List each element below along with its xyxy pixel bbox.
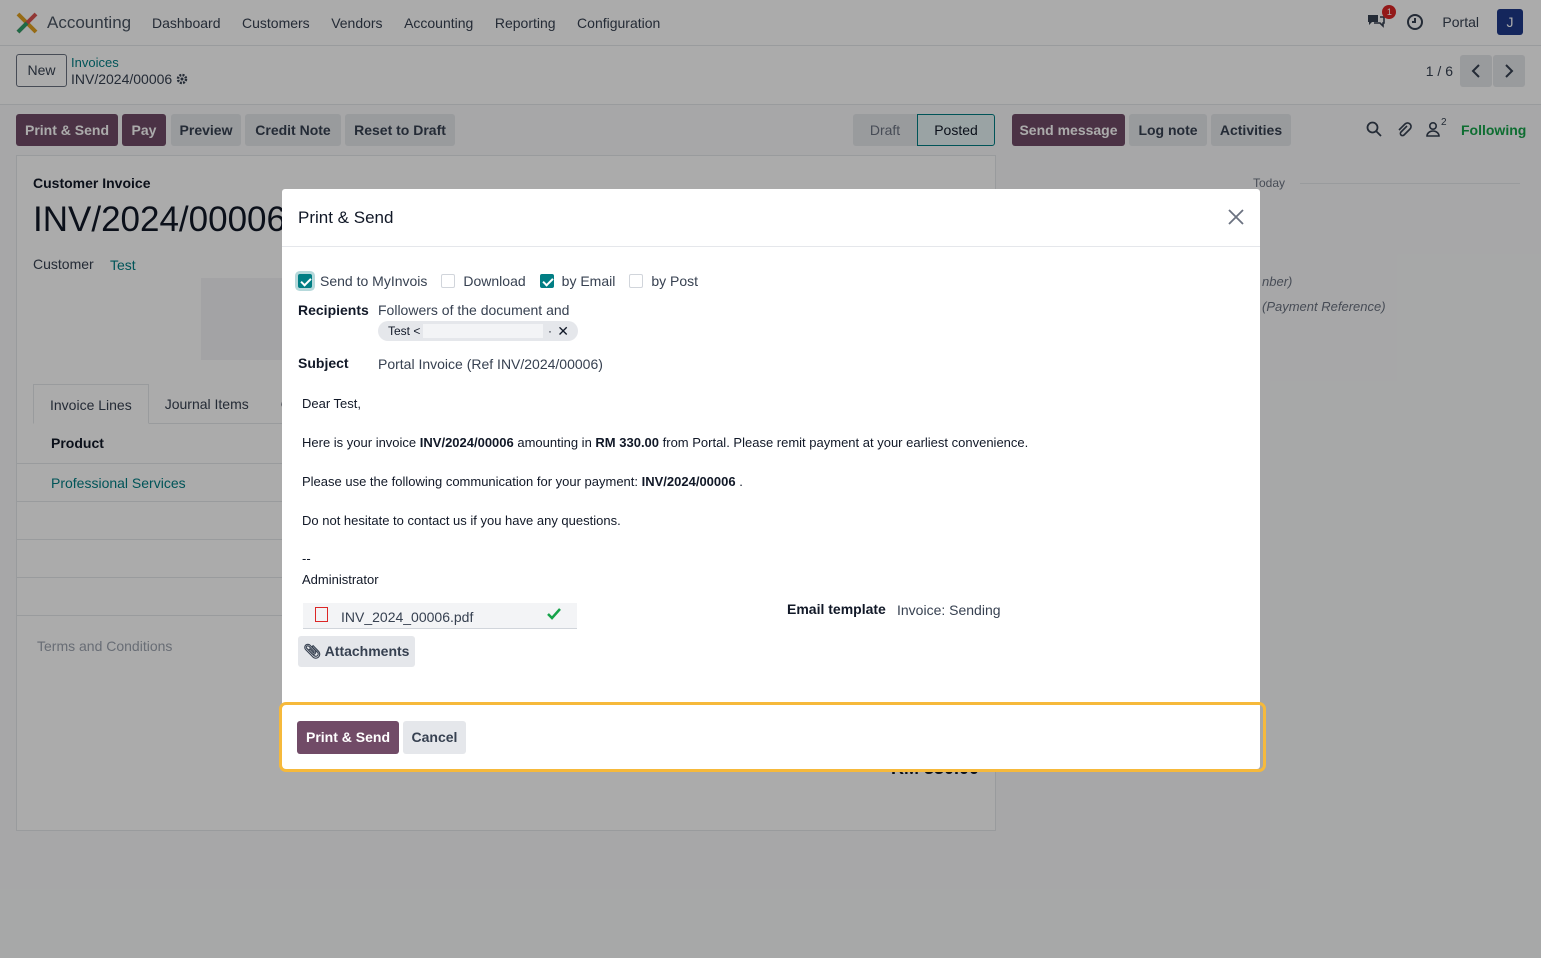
attachment-item[interactable]: INV_2024_00006.pdf xyxy=(303,603,577,629)
close-icon[interactable] xyxy=(1226,207,1246,227)
body-paragraph-invoice: Here is your invoice INV/2024/00006 amou… xyxy=(302,435,1028,450)
option-download[interactable]: Download xyxy=(441,273,526,289)
option-by-email[interactable]: by Email xyxy=(539,273,616,289)
option-send-to-myinvois[interactable]: Send to MyInvois xyxy=(298,273,427,289)
subject-label: Subject xyxy=(298,355,349,371)
subject-input[interactable]: Portal Invoice (Ref INV/2024/00006) xyxy=(378,356,603,372)
body-payment-ref: INV/2024/00006 xyxy=(641,474,736,489)
send-options: Send to MyInvois Download by Email by Po… xyxy=(298,273,712,289)
signature-name: Administrator xyxy=(302,572,379,587)
attachments-button-label: Attachments xyxy=(324,643,410,659)
signature-separator: -- xyxy=(302,551,311,566)
post-checkbox[interactable] xyxy=(629,274,644,288)
option-label: by Email xyxy=(561,273,616,289)
download-checkbox[interactable] xyxy=(441,274,456,288)
body-text: amounting in xyxy=(513,435,596,450)
option-by-post[interactable]: by Post xyxy=(629,273,698,289)
body-invoice-ref: INV/2024/00006 xyxy=(419,435,514,450)
dialog-title: Print & Send xyxy=(298,208,394,227)
email-template-label: Email template xyxy=(787,601,886,617)
print-send-dialog: Print & Send Send to MyInvois Download b… xyxy=(282,189,1260,769)
recipients-text: Followers of the document and xyxy=(378,302,570,318)
attachments-button[interactable]: 📎︎ Attachments xyxy=(298,636,415,667)
body-text: Please use the following communication f… xyxy=(302,474,642,489)
email-checkbox[interactable] xyxy=(539,274,554,288)
dialog-header: Print & Send xyxy=(282,189,1260,247)
option-label: Download xyxy=(463,273,526,289)
remove-tag-icon[interactable]: ✕ xyxy=(557,321,569,341)
body-paragraph-communication: Please use the following communication f… xyxy=(302,474,743,489)
recipient-tag[interactable]: Test < · ✕ xyxy=(378,321,578,341)
footer-highlight-frame xyxy=(279,702,1266,772)
pdf-file-icon xyxy=(315,607,328,622)
recipient-tag-end: · xyxy=(548,324,552,338)
recipient-email-redacted xyxy=(423,324,543,338)
option-label: by Post xyxy=(651,273,699,289)
body-greeting: Dear Test, xyxy=(302,396,362,411)
body-text: . xyxy=(735,474,743,489)
recipient-tag-name: Test < xyxy=(388,324,421,338)
email-template-select[interactable]: Invoice: Sending xyxy=(897,602,1001,618)
myinvois-checkbox[interactable] xyxy=(298,274,312,288)
body-amount: RM 330.00 xyxy=(595,435,660,450)
body-text: Here is your invoice xyxy=(302,435,420,450)
paperclip-icon: 📎︎ xyxy=(303,643,322,659)
recipients-label: Recipients xyxy=(298,302,369,318)
body-paragraph-contact: Do not hesitate to contact us if you hav… xyxy=(302,513,621,528)
body-text: from Portal. Please remit payment at you… xyxy=(659,435,1029,450)
attachment-filename[interactable]: INV_2024_00006.pdf xyxy=(341,609,473,625)
checkmark-icon xyxy=(547,608,561,620)
option-label: Send to MyInvois xyxy=(320,273,428,289)
